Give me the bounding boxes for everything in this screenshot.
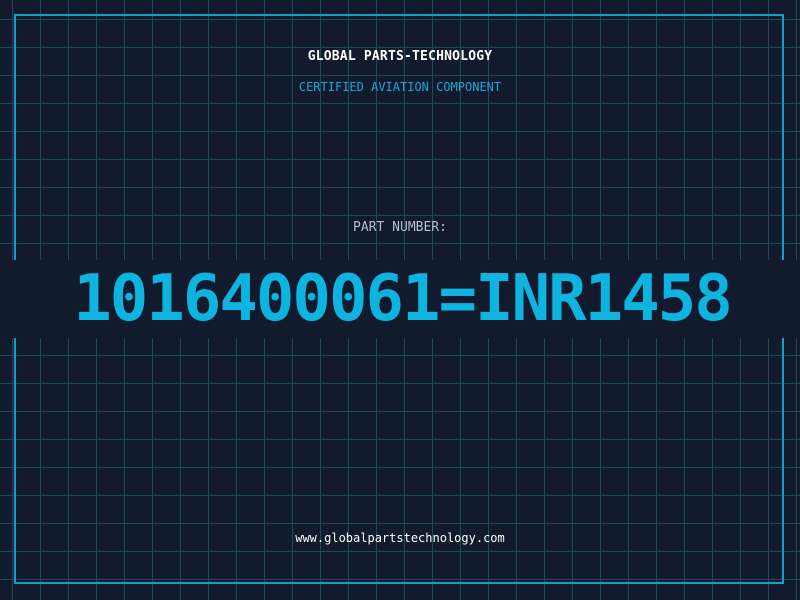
part-number-band: 1016400061=INR1458 — [0, 260, 800, 338]
part-number-label: PART NUMBER: — [353, 220, 447, 235]
certification-tagline: CERTIFIED AVIATION COMPONENT — [298, 80, 502, 94]
part-number-value: 1016400061=INR1458 — [73, 262, 733, 336]
website-url: www.globalpartstechnology.com — [295, 531, 505, 545]
company-name: GLOBAL PARTS-TECHNOLOGY — [307, 49, 493, 64]
